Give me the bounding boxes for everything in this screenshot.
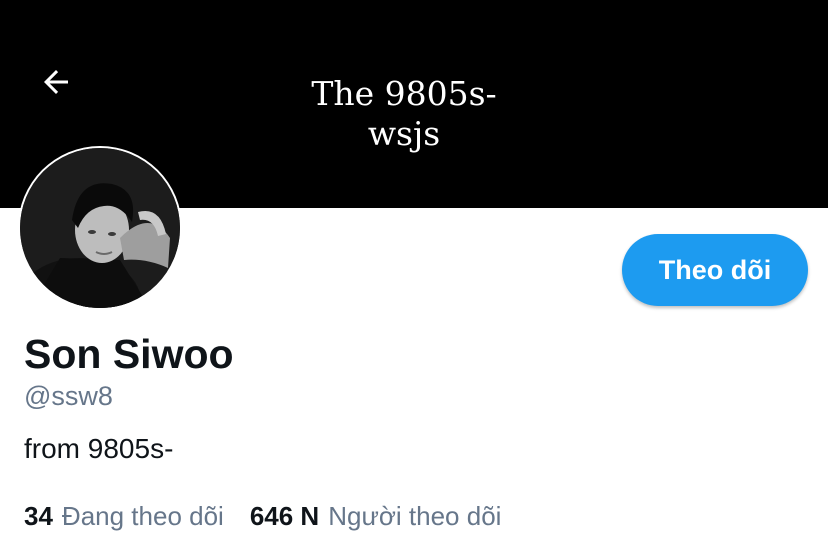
followers-count: 646 N [249, 501, 320, 531]
avatar-portrait [20, 148, 180, 308]
followers-link[interactable]: 646 N Người theo dõi [250, 500, 502, 532]
banner-line-1: The 9805s- [311, 74, 497, 113]
banner-text: The 9805s- wsjs [200, 74, 608, 154]
avatar[interactable] [18, 146, 182, 310]
back-button[interactable] [32, 58, 80, 106]
user-bio: from 9805s- [24, 433, 174, 464]
following-count: 34 [24, 501, 53, 531]
display-name: Son Siwoo [24, 331, 234, 377]
following-link[interactable]: 34 Đang theo dõi [24, 500, 224, 532]
following-label: Đang theo dõi [61, 501, 224, 531]
avatar-photo [20, 148, 180, 308]
user-handle: @ssw8 [24, 381, 113, 411]
arrow-left-icon [44, 70, 68, 94]
followers-label: Người theo dõi [328, 501, 502, 531]
follow-button[interactable]: Theo dõi [622, 234, 808, 306]
follow-stats: 34 Đang theo dõi 646 N Người theo dõi [24, 500, 501, 532]
banner-line-2: wsjs [367, 114, 441, 153]
profile-page: The 9805s- wsjs Theo dõi Son Siwoo @ssw8… [0, 0, 828, 553]
